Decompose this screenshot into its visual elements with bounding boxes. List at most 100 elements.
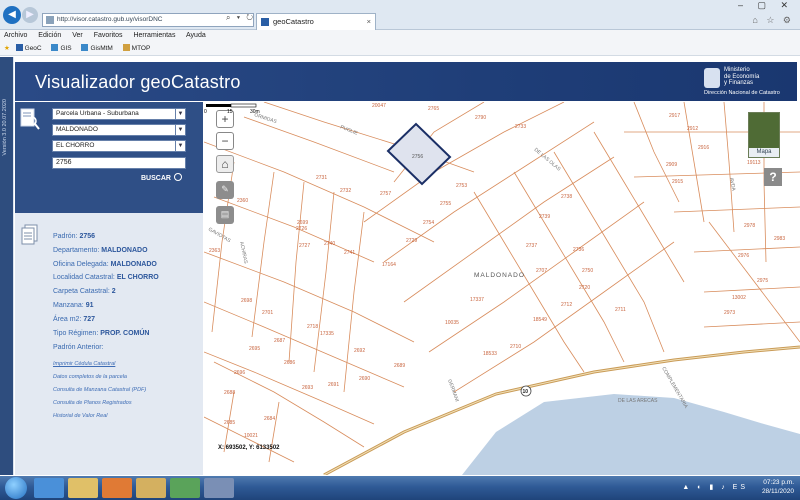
folder-icon[interactable] (68, 478, 98, 498)
parcel-label: 2912 (687, 126, 698, 132)
info-departamento: Departamento: MALDONADO (53, 247, 148, 254)
home-star-gear-icon[interactable]: ⌂ ☆ ⚙ (752, 15, 794, 26)
parcel-label: 2732 (340, 188, 351, 194)
firefox-icon[interactable] (102, 478, 132, 498)
parcel-label: 2686 (284, 360, 295, 366)
parcel-label: 2978 (744, 223, 755, 229)
parcel-label: 2699 (297, 220, 308, 226)
parcel-label: 2729 (406, 238, 417, 244)
info-regimen: Tipo Régimen: PROP. COMÚN (53, 330, 150, 337)
parcel-label: 2693 (302, 385, 313, 391)
menu-herramientas[interactable]: Herramientas (133, 32, 175, 39)
start-button[interactable] (5, 477, 27, 499)
back-arrow-icon[interactable]: ◀ (3, 6, 21, 24)
link-consulta-planos[interactable]: Consulta de Planos Registrados (53, 400, 132, 406)
parcel-label: 2733 (515, 124, 526, 130)
chevron-down-icon[interactable]: ▼ (175, 125, 185, 135)
search-parcel-icon (20, 108, 40, 130)
sea-area (462, 394, 800, 475)
app-header: Visualizador geoCatastro Ministerio de E… (15, 62, 797, 101)
address-bar[interactable]: http://visor.catastro.gub.uy/visorDNC (42, 13, 254, 27)
tab-geocatastro[interactable]: geoCatastro × (256, 13, 376, 30)
department-select[interactable]: MALDONADO ▼ (52, 124, 186, 136)
version-strip: Versión 3.0 20.07.2020 (0, 57, 14, 475)
tab-close-icon[interactable]: × (367, 14, 371, 29)
favorites-bar: ★ GeoC GIS GisMtM MTOP (0, 42, 800, 56)
tab-favicon-icon (261, 18, 269, 26)
browser-toolbar: ◀ ▶ http://visor.catastro.gub.uy/visorDN… (0, 0, 800, 30)
network-icon[interactable] (170, 478, 200, 498)
favorite-geoc[interactable]: GeoC (15, 44, 42, 52)
info-padron-anterior: Padrón Anterior: (53, 344, 104, 351)
parcel-label: 2736 (573, 247, 584, 253)
parcel-label: 2363 (209, 248, 220, 254)
link-historial-valor[interactable]: Historial de Valor Real (53, 413, 108, 419)
street-label: DE LAS ARECAS (618, 398, 658, 404)
parcel-label: 2916 (698, 145, 709, 151)
info-padron: Padrón: 2756 (53, 233, 96, 240)
favorite-gis[interactable]: GIS (51, 44, 72, 52)
parcel-label: 2696 (234, 370, 245, 376)
menu-archivo[interactable]: Archivo (4, 32, 27, 39)
window-controls[interactable]: ‒ ▢ ✕ (738, 0, 794, 11)
print-icon[interactable]: ▤ (216, 206, 234, 224)
geocatastro-app: Versión 3.0 20.07.2020 Visualizador geoC… (0, 57, 800, 475)
parcel-label: 19113 (747, 160, 761, 166)
chevron-down-icon[interactable]: ▼ (175, 109, 185, 119)
parcel-label: 2739 (539, 214, 550, 220)
cadastral-map[interactable]: 20047 2765 2733 2790 2753 2757 2756 2755… (204, 102, 800, 475)
parcel-label: 18549 (533, 317, 547, 323)
tab-title: geoCatastro (273, 17, 314, 26)
parcel-label: 2753 (456, 183, 467, 189)
parcel-label: 2790 (475, 115, 486, 121)
layers-icon[interactable]: ✎ (216, 181, 234, 199)
menu-favoritos[interactable]: Favoritos (94, 32, 123, 39)
parcel-label: 2707 (536, 268, 547, 274)
app-icon[interactable] (204, 478, 234, 498)
parcel-label: 2917 (669, 113, 680, 119)
favorites-star-icon[interactable]: ★ (4, 45, 10, 52)
satellite-thumbnail[interactable]: Mapa (748, 112, 780, 158)
locality-select[interactable]: EL CHORRO ▼ (52, 140, 186, 152)
menu-ver[interactable]: Ver (72, 32, 83, 39)
parcel-label: 2701 (262, 310, 273, 316)
forward-arrow-icon[interactable]: ▶ (22, 7, 38, 23)
document-icon (122, 44, 130, 51)
scale-label: 0 (204, 109, 207, 114)
link-imprimir-cedula[interactable]: Imprimir Cédula Catastral (53, 361, 115, 367)
parcel-label: 2688 (224, 390, 235, 396)
menu-edicion[interactable]: Edición (38, 32, 61, 39)
parcel-label: 2750 (582, 268, 593, 274)
help-button[interactable]: ? (764, 168, 782, 186)
files-icon[interactable] (136, 478, 166, 498)
clock[interactable]: 07:23 p.m. 28/11/2020 (750, 478, 794, 496)
scale-bar: 0 15 30m (204, 103, 260, 114)
parcel-label: 2741 (344, 250, 355, 256)
street-label: AVDA (728, 177, 736, 192)
favorite-mtop[interactable]: MTOP (122, 44, 150, 52)
ministry-subtitle: Dirección Nacional de Catastro (704, 90, 780, 96)
link-consulta-manzana[interactable]: Consulta de Manzana Catastral (PDF) (53, 387, 146, 393)
link-datos-completos[interactable]: Datos completos de la parcela (53, 374, 127, 380)
favorite-gismtm[interactable]: GisMtM (81, 44, 113, 52)
menu-ayuda[interactable]: Ayuda (186, 32, 206, 39)
parcel-type-select[interactable]: Parcela Urbana - Suburbana ▼ (52, 108, 186, 120)
system-tray[interactable]: ▲ ◐ ▮ ♪ ES (682, 483, 748, 491)
parcel-label: 17164 (382, 262, 396, 268)
padron-input[interactable]: 2756 (52, 157, 186, 169)
zoom-out-button[interactable]: − (216, 132, 234, 150)
route-number: 10 (523, 389, 529, 395)
chevron-down-icon[interactable]: ▼ (175, 141, 185, 151)
street-label: DE LAS OLAS (533, 147, 562, 173)
parcel-label: 2738 (561, 194, 572, 200)
thumbnail-label: Mapa (749, 148, 779, 157)
parcel-label: 2698 (241, 298, 252, 304)
home-icon[interactable]: ⌂ (216, 155, 234, 173)
national-seal-icon (704, 68, 720, 88)
buscar-button[interactable]: BUSCAR (141, 173, 182, 182)
search-panel: Parcela Urbana - Suburbana ▼ MALDONADO ▼ E… (15, 102, 203, 213)
ie-icon[interactable] (34, 478, 64, 498)
parcel-label: 2360 (237, 198, 248, 204)
parcel-label: 2712 (561, 302, 572, 308)
map-canvas[interactable]: 20047 2765 2733 2790 2753 2757 2756 2755… (204, 102, 800, 475)
